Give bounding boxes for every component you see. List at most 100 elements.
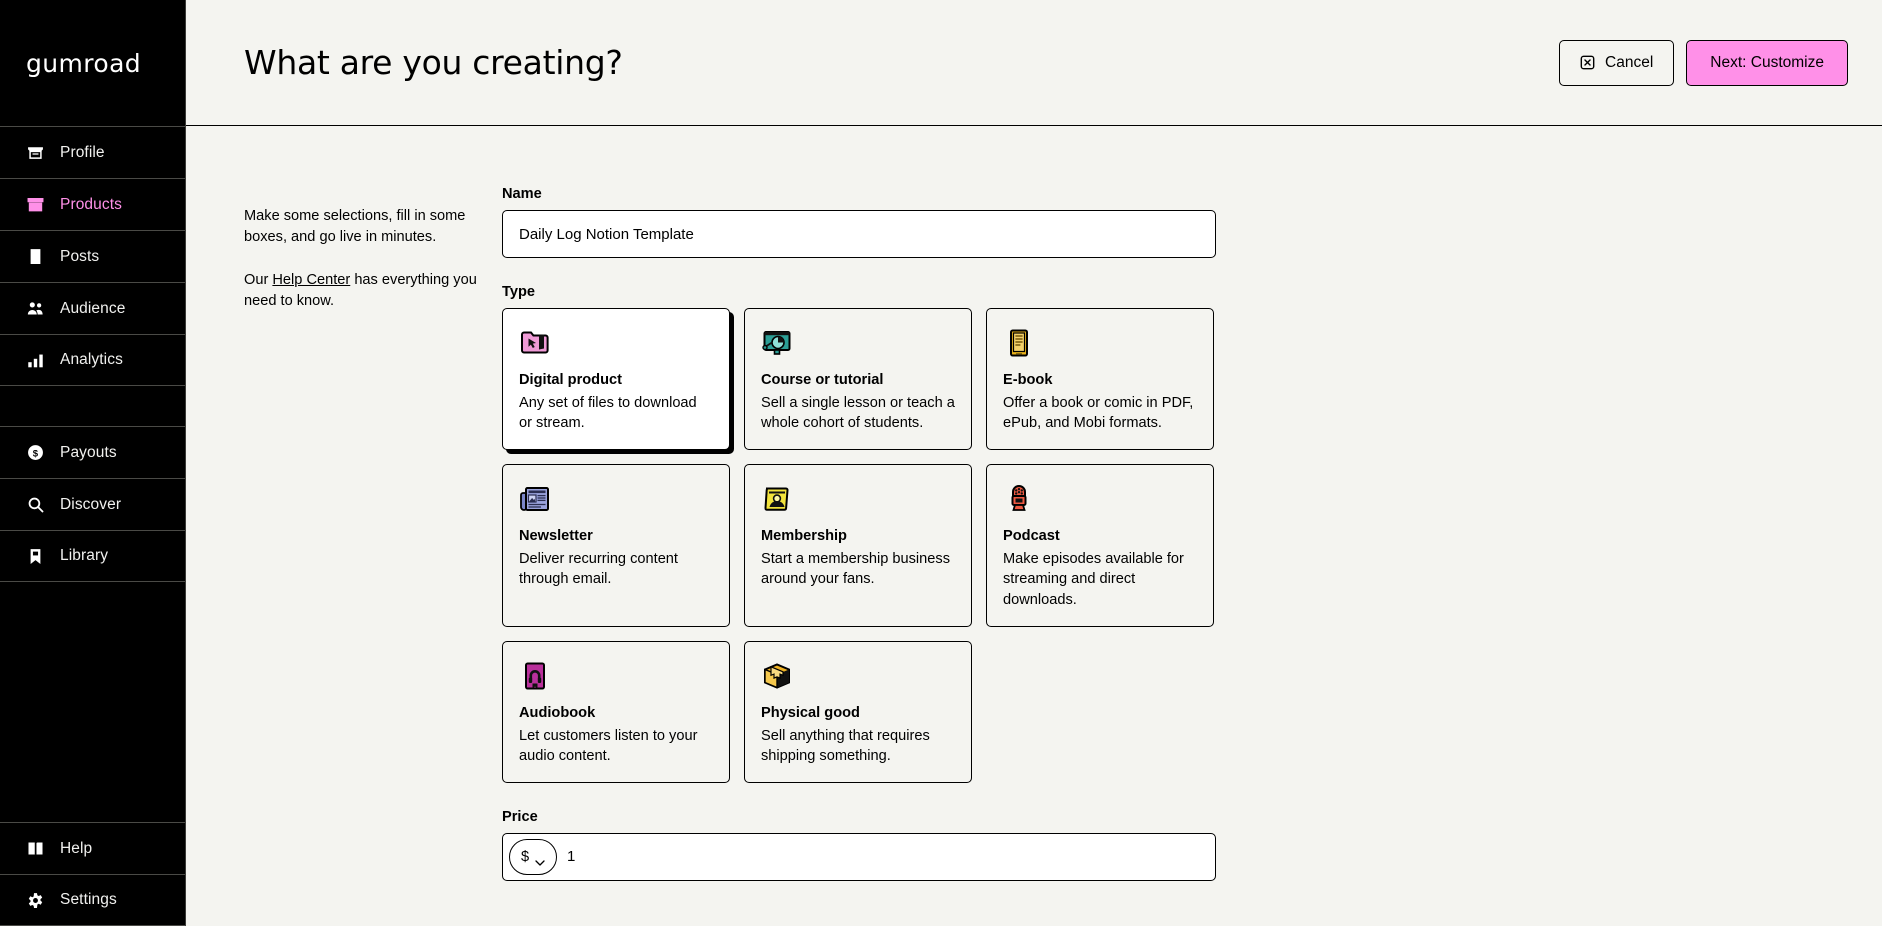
app-root: gumroad Profile Products Posts Audience … [0, 0, 1882, 926]
sidebar-item-label: Library [60, 547, 109, 564]
type-card-e-book[interactable]: E-book Offer a book or comic in PDF, ePu… [986, 308, 1214, 451]
price-input[interactable]: $ 1 [502, 832, 1216, 881]
type-label: Type [502, 284, 535, 300]
ebook-icon [1003, 327, 1035, 359]
sidebar-item-analytics[interactable]: Analytics [0, 334, 185, 386]
currency-symbol: $ [520, 848, 530, 865]
page-header: What are you creating? Cancel Next: Cust… [186, 0, 1882, 126]
type-card-name: Physical good [761, 704, 860, 721]
sidebar-item-label: Discover [60, 495, 122, 513]
microphone-icon [1003, 483, 1035, 515]
sidebar-item-library[interactable]: Library [0, 530, 185, 582]
type-card-name: Digital product [519, 372, 622, 388]
newspaper-icon [519, 483, 551, 515]
package-box-icon [761, 660, 793, 692]
type-card-digital-product[interactable]: Digital product Any set of files to down… [502, 308, 730, 451]
type-card-name: Audiobook [519, 704, 596, 721]
presentation-chart-icon [761, 327, 793, 359]
price-field-group: Price $ 1 [502, 809, 1216, 881]
intro-prefix: Our [244, 272, 273, 289]
name-input-value: Daily Log Notion Template [519, 225, 694, 243]
sidebar-item-products[interactable]: Products [0, 178, 185, 230]
sidebar-item-discover[interactable]: Discover [0, 478, 185, 530]
svg-text:$: $ [32, 448, 38, 459]
gear-icon [26, 891, 44, 909]
intro-paragraph-1: Make some selections, fill in some boxes… [244, 208, 466, 246]
chevron-down-icon [535, 854, 545, 866]
next-customize-button[interactable]: Next: Customize [1686, 39, 1848, 86]
type-card-newsletter[interactable]: Newsletter Deliver recurring content thr… [502, 464, 730, 627]
folder-cursor-icon [519, 327, 551, 359]
sidebar-nav-secondary: $ Payouts Discover Library [0, 426, 185, 582]
sidebar-item-label: Profile [60, 143, 105, 161]
sidebar-item-label: Audience [60, 299, 126, 317]
page-title: What are you creating? [244, 43, 623, 82]
type-card-name: Newsletter [519, 528, 593, 545]
sidebar-item-label: Posts [60, 247, 100, 265]
sidebar-nav-footer: Help Settings [0, 822, 185, 926]
sidebar-divider-gap [0, 386, 185, 426]
type-card-desc: Let customers listen to your audio conte… [519, 727, 698, 764]
sidebar-item-label: Settings [60, 891, 117, 908]
sidebar-item-audience[interactable]: Audience [0, 282, 185, 334]
file-icon [26, 248, 44, 266]
type-card-course-or-tutorial[interactable]: Course or tutorial Sell a single lesson … [744, 308, 972, 451]
type-card-desc: Offer a book or comic in PDF, ePub, and … [1003, 395, 1194, 432]
header-actions: Cancel Next: Customize [1559, 39, 1848, 86]
sidebar-item-label: Payouts [60, 443, 117, 461]
sidebar-item-settings[interactable]: Settings [0, 874, 185, 926]
sidebar: gumroad Profile Products Posts Audience … [0, 0, 186, 926]
name-label: Name [502, 186, 542, 202]
currency-selector[interactable]: $ [509, 838, 557, 875]
bookmark-icon [26, 547, 44, 565]
type-card-podcast[interactable]: Podcast Make episodes available for stre… [986, 464, 1214, 627]
sidebar-item-label: Analytics [60, 351, 123, 368]
audiobook-icon [519, 660, 551, 692]
type-card-desc: Deliver recurring content through email. [519, 551, 678, 588]
intro-paragraph-2: Our Help Center has everything you need … [244, 270, 478, 312]
search-icon [26, 496, 44, 514]
brand-logo[interactable]: gumroad [0, 0, 185, 126]
cancel-button[interactable]: Cancel [1559, 39, 1675, 86]
sidebar-item-label: Products [60, 195, 122, 213]
sidebar-nav-primary: Profile Products Posts Audience Analytic… [0, 126, 185, 386]
product-type-grid: Digital product Any set of files to down… [502, 308, 1216, 783]
price-input-value: 1 [567, 848, 576, 866]
type-card-desc: Sell a single lesson or teach a whole co… [761, 395, 955, 432]
type-card-desc: Any set of files to download or stream. [519, 395, 697, 432]
sidebar-item-posts[interactable]: Posts [0, 230, 185, 282]
next-customize-label: Next: Customize [1710, 53, 1824, 71]
bar-chart-icon [26, 351, 44, 369]
book-icon [26, 840, 44, 858]
gumroad-wordmark: gumroad [26, 48, 142, 78]
people-icon [26, 300, 44, 318]
dollar-circle-icon: $ [26, 444, 44, 462]
type-card-physical-good[interactable]: Physical good Sell anything that require… [744, 640, 972, 783]
box-icon [26, 196, 44, 214]
type-card-name: Membership [761, 528, 847, 545]
x-square-icon [1580, 55, 1595, 70]
membership-card-icon [761, 483, 793, 515]
type-card-desc: Make episodes available for streaming an… [1003, 551, 1184, 608]
type-card-audiobook[interactable]: Audiobook Let customers listen to your a… [502, 640, 730, 783]
type-card-desc: Start a membership business around your … [761, 551, 950, 588]
help-center-link[interactable]: Help Center [272, 272, 350, 288]
sidebar-item-label: Help [60, 839, 93, 857]
sidebar-item-profile[interactable]: Profile [0, 126, 185, 178]
type-card-membership[interactable]: Membership Start a membership business a… [744, 464, 972, 627]
type-card-name: Podcast [1003, 528, 1060, 545]
type-card-name: E-book [1003, 372, 1053, 388]
price-label: Price [502, 808, 538, 825]
name-input[interactable]: Daily Log Notion Template [502, 210, 1216, 258]
name-field-group: Name Daily Log Notion Template [502, 186, 1216, 258]
product-form: Name Daily Log Notion Template Type Digi… [502, 186, 1216, 926]
sidebar-item-payouts[interactable]: $ Payouts [0, 426, 185, 478]
type-field-group: Type Digital product Any set of files to… [502, 284, 1216, 783]
type-card-desc: Sell anything that requires shipping som… [761, 727, 930, 764]
cancel-button-label: Cancel [1605, 53, 1654, 71]
sidebar-item-help[interactable]: Help [0, 822, 185, 874]
shop-icon [26, 144, 44, 162]
page-content: Make some selections, fill in some boxes… [186, 126, 1882, 926]
type-card-name: Course or tutorial [761, 372, 884, 388]
